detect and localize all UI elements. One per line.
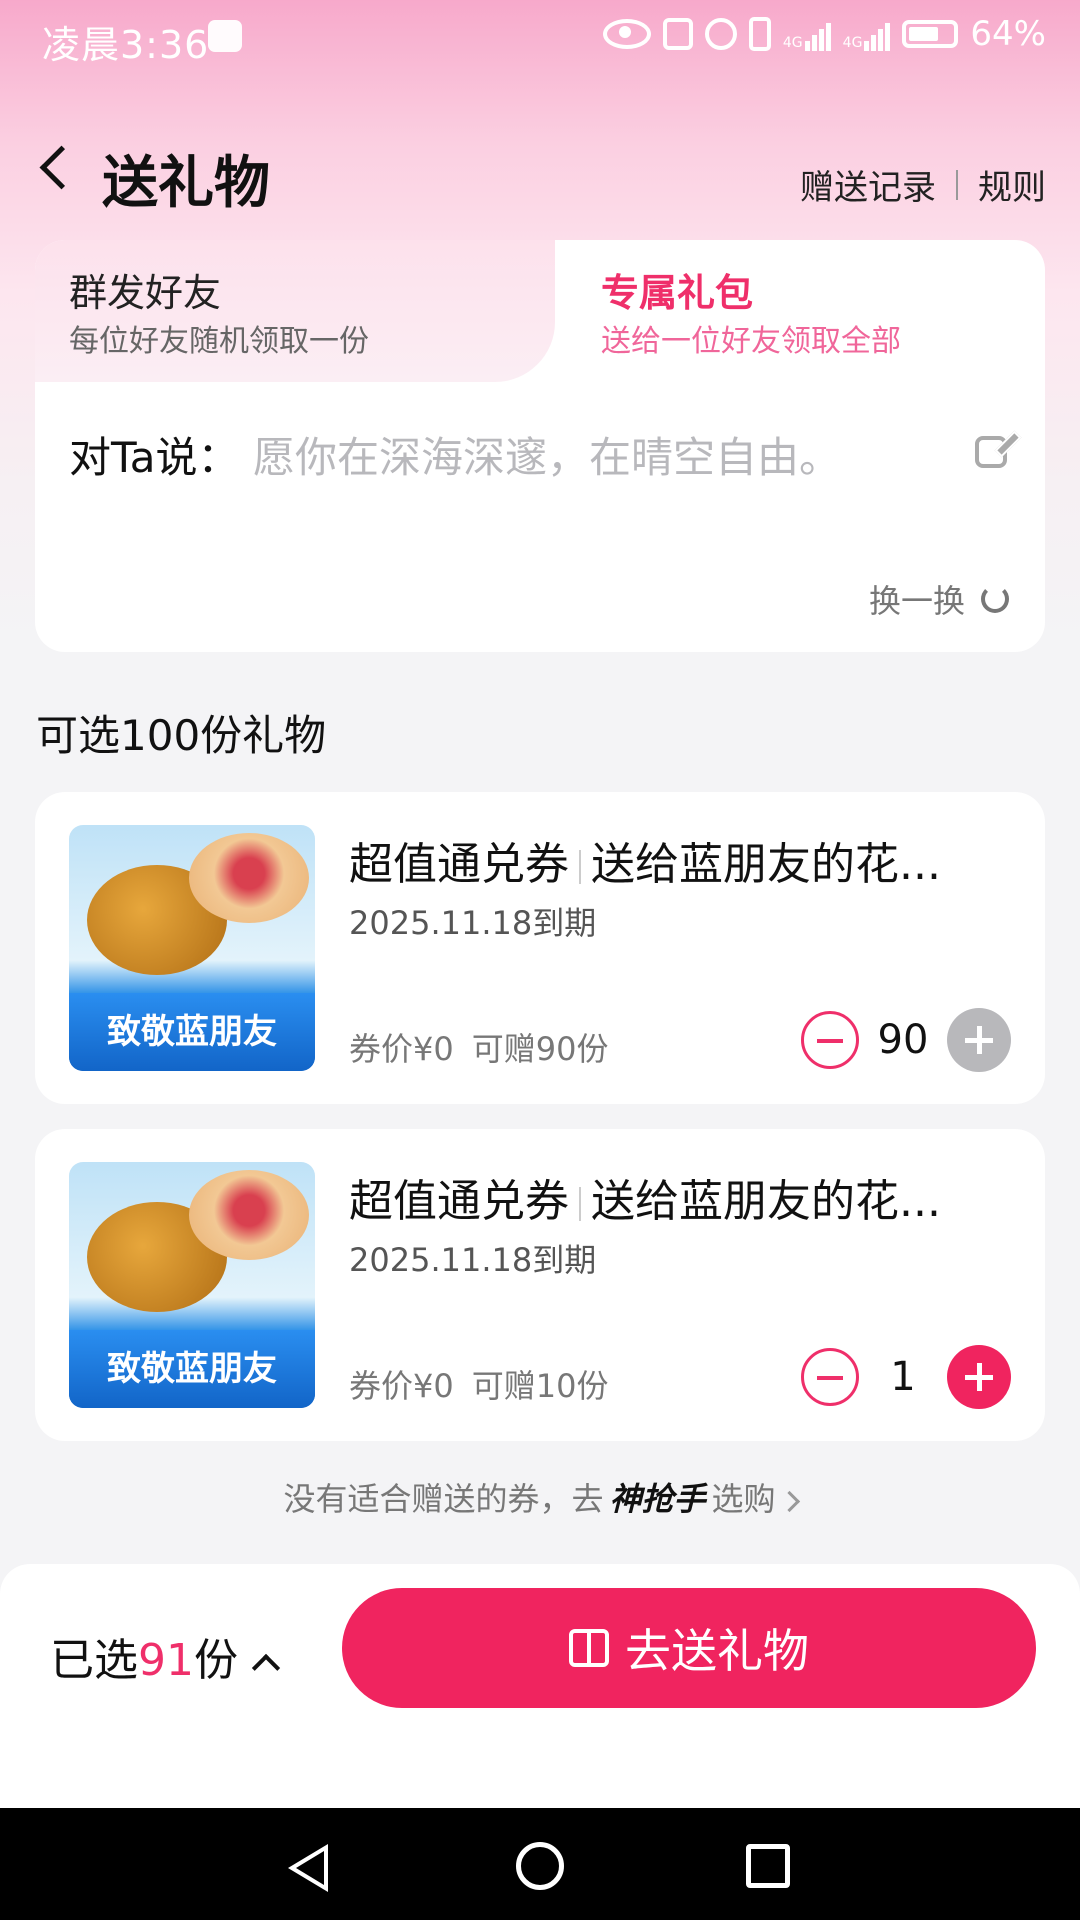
nav-back-icon[interactable]	[288, 1844, 328, 1892]
increase-button[interactable]	[947, 1345, 1011, 1409]
send-gift-button[interactable]: 去送礼物	[342, 1588, 1036, 1708]
rules-link[interactable]: 规则	[978, 160, 1046, 209]
gift-thumbnail: 致敬蓝朋友	[69, 1162, 315, 1408]
tab-group-send-title[interactable]: 群发好友	[69, 262, 221, 317]
cake-image	[189, 1170, 309, 1260]
message-label: 对Ta说：	[69, 433, 240, 482]
decrease-button[interactable]	[801, 1348, 859, 1406]
page-header: 送礼物 赠送记录 规则	[0, 130, 1080, 220]
gift-item: 致敬蓝朋友 超值通兑券 送给蓝朋友的花... 2025.11.18到期 券价¥0 可…	[35, 792, 1045, 1104]
tab-exclusive-pack-subtitle: 送给一位好友领取全部	[601, 324, 901, 359]
chevron-up-icon	[251, 1653, 281, 1683]
back-arrow-icon[interactable]	[39, 145, 84, 190]
cake-image	[189, 833, 309, 923]
battery-percent: 64%	[970, 14, 1046, 54]
selected-count: 91	[138, 1635, 194, 1686]
send-gift-label: 去送礼物	[625, 1624, 809, 1678]
selected-summary[interactable]: 已选91份	[50, 1624, 281, 1688]
message-input[interactable]: 愿你在深海深邃，在晴空自由。	[253, 424, 841, 485]
section-title: 可选100份礼物	[36, 711, 327, 760]
nav-home-icon[interactable]	[516, 1842, 564, 1890]
vibrate-icon	[748, 17, 771, 51]
gift-title: 超值通兑券 送给蓝朋友的花...	[349, 839, 941, 890]
message-card: 群发好友 每位好友随机领取一份 专属礼包 送给一位好友领取全部 对Ta说： 愿你…	[35, 240, 1045, 652]
quantity-value: 1	[890, 1354, 916, 1400]
eye-comfort-icon	[602, 19, 651, 49]
alarm-icon	[704, 18, 737, 50]
nfc-icon	[662, 18, 693, 50]
header-links: 赠送记录 规则	[800, 160, 1046, 209]
chevron-right-icon	[778, 1490, 800, 1512]
edit-icon[interactable]	[975, 436, 1007, 468]
gift-icon	[569, 1629, 609, 1667]
gift-available: 可赠10份	[471, 1367, 609, 1405]
gift-meta: 券价¥0 可赠90份	[349, 1024, 626, 1070]
gift-title: 超值通兑券 送给蓝朋友的花...	[349, 1176, 941, 1227]
signal-icon: 4G	[783, 17, 831, 51]
status-icons: 4G 4G 64%	[602, 14, 1046, 54]
signal-icon: 4G	[843, 17, 891, 51]
status-time: 凌晨3:36	[42, 23, 210, 67]
thumbnail-label: 致敬蓝朋友	[69, 1330, 315, 1408]
brand-logo: 神抢手	[609, 1480, 706, 1518]
shop-hint-link[interactable]: 没有适合赠送的券，去 神抢手 选购	[0, 1474, 1080, 1520]
quantity-stepper: 1	[801, 1345, 1011, 1409]
gift-available: 可赠90份	[471, 1030, 609, 1068]
bottom-bar: 已选91份 去送礼物	[0, 1564, 1080, 1808]
gift-price: 券价¥0	[349, 1030, 454, 1068]
divider	[956, 169, 958, 200]
notification-icon	[208, 20, 242, 52]
increase-button[interactable]	[947, 1008, 1011, 1072]
quantity-value: 90	[877, 1017, 929, 1063]
system-nav-bar	[0, 1808, 1080, 1920]
refresh-message-button[interactable]: 换一换	[869, 576, 1009, 622]
battery-icon	[902, 20, 959, 48]
gift-expire: 2025.11.18到期	[349, 1241, 597, 1279]
tab-group-send-subtitle: 每位好友随机领取一份	[69, 324, 369, 359]
thumbnail-label: 致敬蓝朋友	[69, 993, 315, 1071]
status-bar: 凌晨3:36 4G 4G 64%	[0, 0, 1080, 76]
quantity-stepper: 90	[801, 1008, 1011, 1072]
page-title: 送礼物	[102, 151, 270, 216]
gift-price: 券价¥0	[349, 1367, 454, 1405]
refresh-icon	[981, 585, 1009, 613]
gift-meta: 券价¥0 可赠10份	[349, 1361, 626, 1407]
gift-thumbnail: 致敬蓝朋友	[69, 825, 315, 1071]
gift-item: 致敬蓝朋友 超值通兑券 送给蓝朋友的花... 2025.11.18到期 券价¥0 可…	[35, 1129, 1045, 1441]
nav-recent-icon[interactable]	[746, 1844, 790, 1888]
gift-record-link[interactable]: 赠送记录	[800, 160, 936, 209]
gift-expire: 2025.11.18到期	[349, 904, 597, 942]
refresh-label: 换一换	[868, 582, 965, 620]
tab-exclusive-pack-title[interactable]: 专属礼包	[601, 262, 753, 317]
decrease-button[interactable]	[801, 1011, 859, 1069]
